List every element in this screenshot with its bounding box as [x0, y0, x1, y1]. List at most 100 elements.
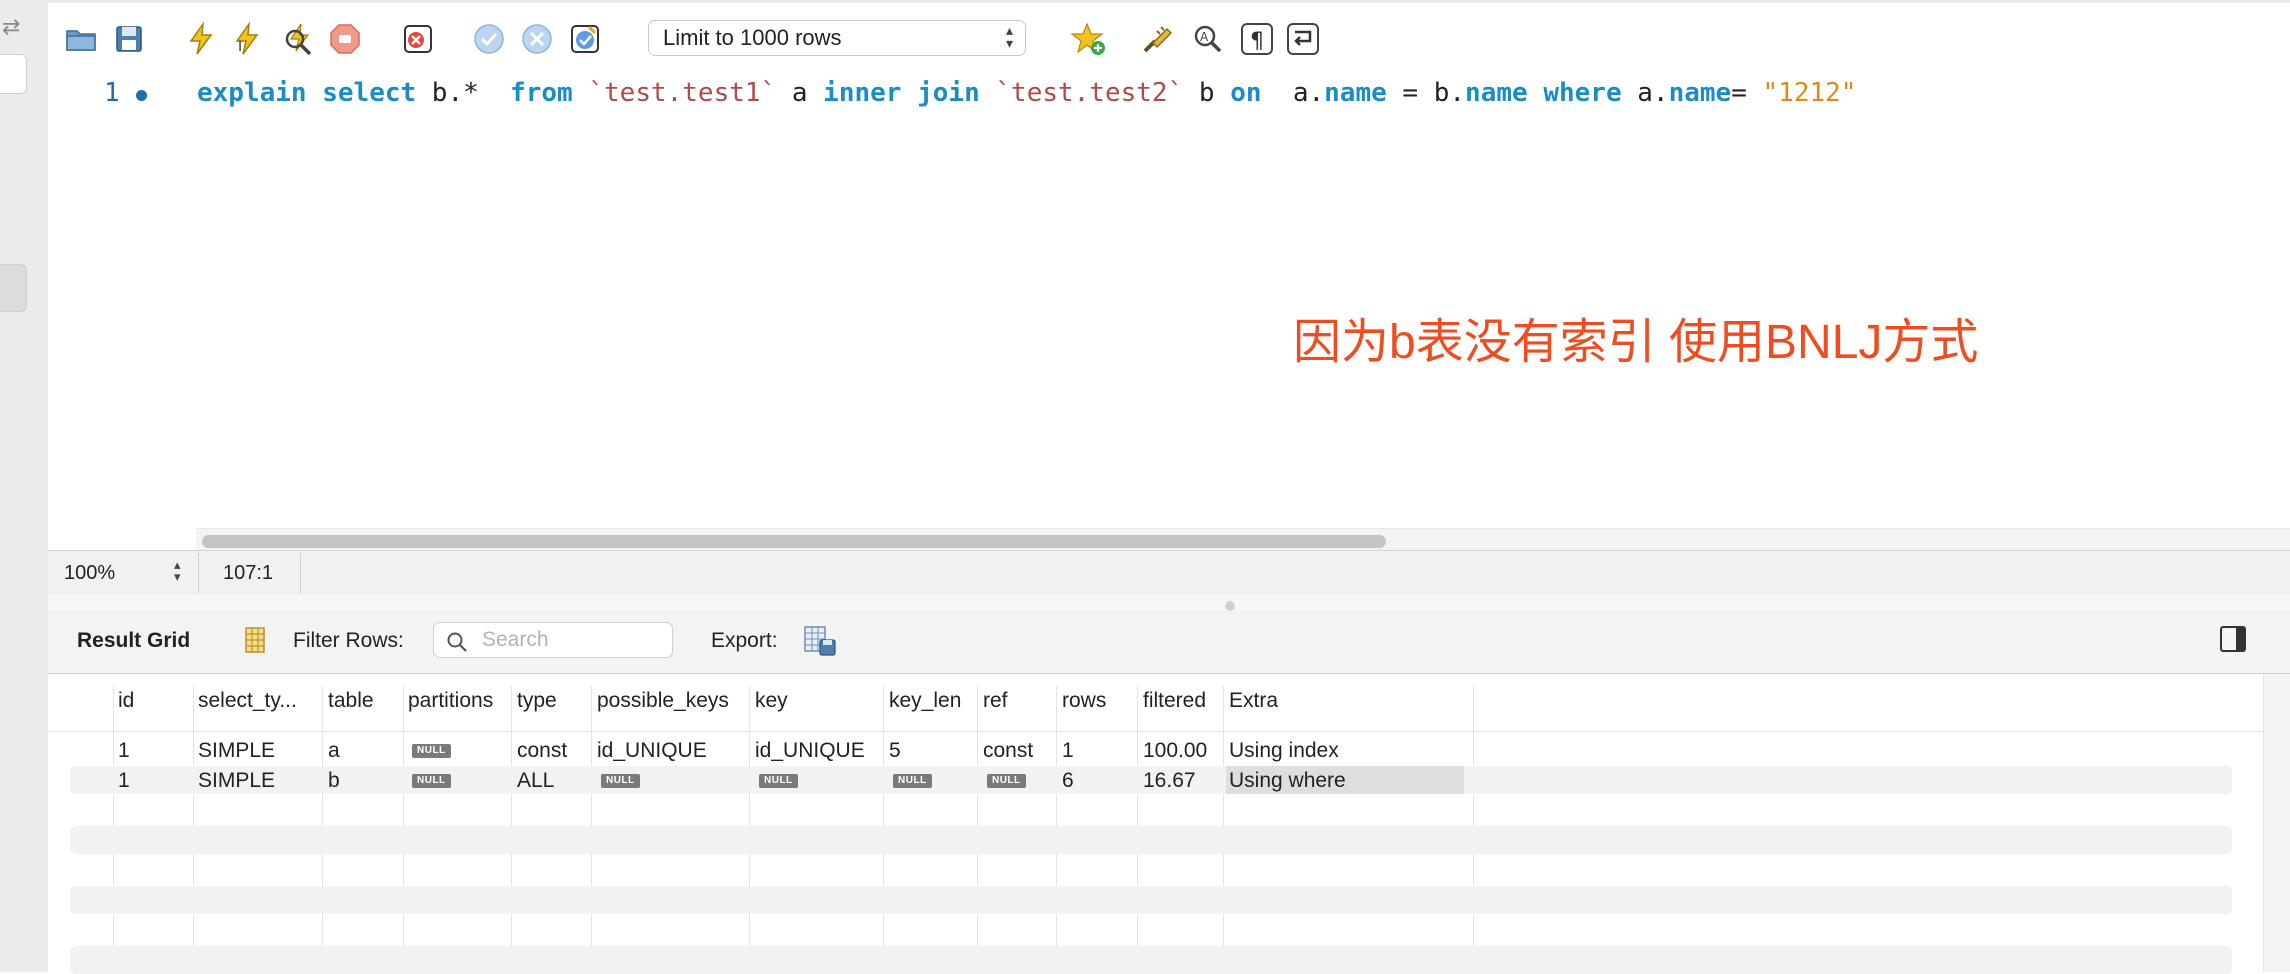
invisible-chars-icon[interactable]: ¶ [1238, 20, 1276, 58]
column-header-type[interactable]: type [517, 689, 557, 713]
statement-marker-icon [136, 90, 147, 101]
keyword-token: from [510, 78, 573, 108]
null-badge[interactable]: NULL [412, 744, 451, 758]
column-header-ref[interactable]: ref [983, 689, 1008, 713]
cell-table[interactable]: a [328, 739, 340, 763]
rollback-icon[interactable] [518, 20, 556, 58]
query-toolbar: I Limit to 1000 rows ▴ ▾ A ¶ [48, 0, 2290, 75]
cell-extra[interactable]: Using index [1229, 739, 1339, 763]
find-icon[interactable]: A [1189, 20, 1227, 58]
svg-text:A: A [1200, 30, 1209, 44]
keyword-token: on [1230, 78, 1262, 108]
execute-current-icon[interactable]: I [227, 20, 265, 58]
explain-icon[interactable] [280, 20, 318, 58]
column-header-id[interactable]: id [118, 689, 134, 713]
column-header-key[interactable]: key [755, 689, 788, 713]
null-badge[interactable]: NULL [759, 774, 798, 788]
grid-view-icon[interactable] [240, 625, 270, 655]
cell-id[interactable]: 1 [118, 739, 130, 763]
column-token: name [1324, 78, 1387, 108]
beautify-icon[interactable] [1138, 20, 1176, 58]
cell-select-type[interactable]: SIMPLE [198, 769, 275, 793]
code-token: a [776, 78, 824, 108]
editor-status-bar: 100% ▴ ▾ 107:1 [48, 550, 2290, 596]
sidebar-tab-stub[interactable] [0, 264, 27, 312]
grid-header: id select_ty... table partitions type po… [48, 674, 2290, 732]
side-panel-toggle-icon[interactable] [2220, 626, 2246, 652]
cell-rows[interactable]: 6 [1062, 769, 1074, 793]
svg-text:¶: ¶ [1250, 29, 1264, 54]
column-token: name [1668, 78, 1732, 108]
limit-rows-value: Limit to 1000 rows [663, 25, 842, 50]
sql-editor[interactable]: 1 explain select b.* from `test.test1` a… [48, 74, 2290, 551]
editor-horizontal-scrollbar[interactable] [196, 528, 2290, 551]
toggle-error-icon[interactable] [399, 20, 437, 58]
execute-icon[interactable] [182, 20, 220, 58]
export-label: Export: [711, 629, 778, 652]
stop-icon[interactable] [326, 20, 364, 58]
zoom-level[interactable]: 100% [64, 562, 115, 585]
cell-table[interactable]: b [328, 769, 340, 793]
cell-select-type[interactable]: SIMPLE [198, 739, 275, 763]
filter-search-field[interactable] [433, 622, 673, 658]
string-literal-token: "1212" [1762, 78, 1857, 108]
wrap-lines-icon[interactable] [1284, 20, 1322, 58]
column-header-select-type[interactable]: select_ty... [198, 689, 297, 713]
chevron-updown-icon: ▴ ▾ [1005, 22, 1013, 51]
grid-vertical-scrollbar[interactable] [2263, 674, 2290, 972]
column-header-possible-keys[interactable]: possible_keys [597, 689, 729, 713]
null-badge[interactable]: NULL [893, 774, 932, 788]
export-icon[interactable] [802, 623, 838, 659]
null-badge[interactable]: NULL [987, 774, 1026, 788]
table-identifier-token: `test.test2` [995, 78, 1184, 108]
cell-filtered[interactable]: 16.67 [1143, 769, 1196, 793]
cursor-position: 107:1 [223, 562, 274, 584]
sidebar-field-stub[interactable] [0, 54, 27, 94]
search-input[interactable] [482, 628, 662, 652]
splitter-grip-icon[interactable] [1225, 601, 1235, 611]
keyword-token: select [322, 78, 417, 108]
annotation-text: 因为b表没有索引 使用BNLJ方式 [1293, 316, 1979, 369]
code-token: = [1731, 78, 1763, 108]
cell-possible-keys[interactable]: id_UNIQUE [597, 739, 707, 763]
filter-rows-label: Filter Rows: [293, 629, 404, 652]
column-header-filtered[interactable]: filtered [1143, 689, 1206, 713]
column-header-partitions[interactable]: partitions [408, 689, 493, 713]
cell-rows[interactable]: 1 [1062, 739, 1074, 763]
cell-filtered[interactable]: 100.00 [1143, 739, 1207, 763]
divider [198, 553, 199, 593]
cell-id[interactable]: 1 [118, 769, 130, 793]
column-header-extra[interactable]: Extra [1229, 689, 1278, 713]
cell-key[interactable]: id_UNIQUE [755, 739, 865, 763]
null-badge[interactable]: NULL [412, 774, 451, 788]
column-header-key-len[interactable]: key_len [889, 689, 961, 713]
add-bookmark-icon[interactable] [1070, 20, 1108, 58]
code-token: a. [1261, 78, 1325, 108]
cell-key-len[interactable]: 5 [889, 739, 901, 763]
table-row[interactable]: 1 SIMPLE a NULL const id_UNIQUE id_UNIQU… [70, 736, 2232, 764]
cell-type[interactable]: const [517, 739, 567, 763]
cell-extra[interactable]: Using where [1229, 769, 1346, 793]
table-identifier-token: `test.test1` [588, 78, 777, 108]
result-grid-label[interactable]: Result Grid [77, 629, 190, 653]
autocommit-icon[interactable] [566, 20, 604, 58]
cell-ref[interactable]: const [983, 739, 1033, 763]
result-grid[interactable]: id select_ty... table partitions type po… [48, 674, 2290, 974]
column-header-table[interactable]: table [328, 689, 374, 713]
scrollbar-thumb[interactable] [202, 535, 1386, 548]
zoom-stepper-icon[interactable]: ▴ ▾ [174, 558, 181, 583]
sync-icon[interactable]: ⇄ [2, 14, 20, 40]
open-folder-icon[interactable] [62, 20, 100, 58]
cell-type[interactable]: ALL [517, 769, 554, 793]
table-row[interactable]: 1 SIMPLE b NULL ALL NULL NULL NULL NULL … [70, 766, 2232, 794]
column-header-rows[interactable]: rows [1062, 689, 1106, 713]
limit-rows-select[interactable]: Limit to 1000 rows ▴ ▾ [648, 20, 1026, 56]
commit-icon[interactable] [470, 20, 508, 58]
null-badge[interactable]: NULL [601, 774, 640, 788]
save-icon[interactable] [110, 20, 148, 58]
pane-splitter[interactable] [48, 595, 2290, 611]
sql-code-line[interactable]: explain select b.* from `test.test1` a i… [197, 78, 1856, 108]
